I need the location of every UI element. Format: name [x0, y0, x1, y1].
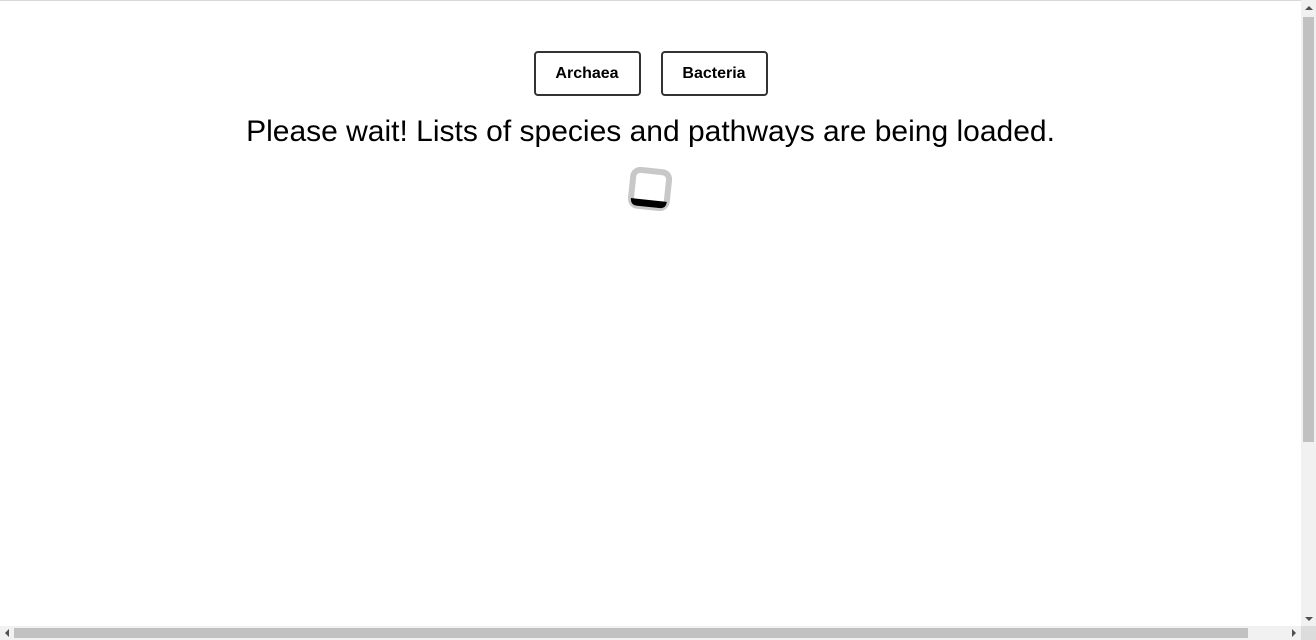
- domain-button-group: Archaea Bacteria: [0, 51, 1301, 96]
- main-content: Archaea Bacteria Please wait! Lists of s…: [0, 0, 1301, 626]
- scroll-right-arrow-icon[interactable]: [1287, 626, 1301, 640]
- scroll-up-arrow-icon[interactable]: [1301, 0, 1316, 15]
- horizontal-scroll-thumb[interactable]: [14, 628, 1248, 638]
- page-viewport: Archaea Bacteria Please wait! Lists of s…: [0, 0, 1316, 640]
- horizontal-scrollbar[interactable]: [0, 626, 1301, 640]
- vertical-scroll-thumb[interactable]: [1303, 17, 1314, 442]
- loading-spinner-icon: [628, 167, 672, 211]
- loading-message: Please wait! Lists of species and pathwa…: [246, 115, 1055, 148]
- archaea-button[interactable]: Archaea: [533, 51, 641, 96]
- vertical-scrollbar[interactable]: [1301, 0, 1316, 626]
- bacteria-button[interactable]: Bacteria: [660, 51, 768, 96]
- scroll-left-arrow-icon[interactable]: [0, 626, 14, 640]
- scroll-down-arrow-icon[interactable]: [1301, 611, 1316, 626]
- scrollbar-corner: [1301, 626, 1316, 640]
